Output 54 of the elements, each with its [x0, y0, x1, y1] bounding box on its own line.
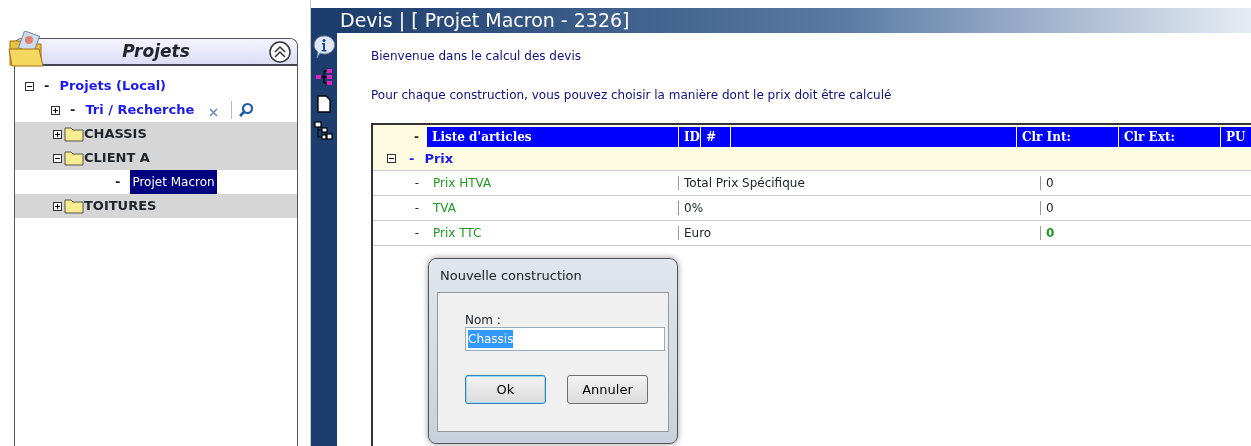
tree-item[interactable]: Projets (Local): [59, 76, 167, 96]
tree-marker: -: [413, 225, 420, 242]
cancel-button[interactable]: Annuler: [567, 375, 648, 404]
row-label: Prix TTC: [433, 226, 482, 240]
dialog-title: Nouvelle construction: [439, 267, 583, 285]
collapse-toggle[interactable]: [53, 153, 62, 163]
search-icon[interactable]: [238, 102, 255, 118]
tree-marker: -: [413, 200, 420, 217]
panel-title: Projets: [122, 39, 190, 63]
clear-icon[interactable]: [208, 107, 220, 118]
expand-toggle[interactable]: [51, 105, 60, 115]
document-icon[interactable]: [316, 95, 332, 113]
ok-button[interactable]: Ok: [465, 375, 546, 404]
tree-marker: -: [44, 77, 50, 96]
column-header[interactable]: ID: [678, 127, 700, 147]
group-label[interactable]: Prix: [424, 148, 454, 169]
tree-marker: -: [70, 101, 76, 120]
table-cell: 0: [1040, 201, 1054, 215]
intro-text: Bienvenue dans le calcul des devis: [371, 48, 582, 65]
column-header[interactable]: Clr Ext:: [1118, 127, 1220, 147]
field-label: Nom :: [465, 313, 502, 327]
tree-marker: -: [413, 129, 420, 146]
collapse-toggle[interactable]: [25, 81, 34, 91]
table-cell: 0%: [678, 201, 704, 215]
column-header[interactable]: Clr Int:: [1016, 127, 1118, 147]
collapse-button[interactable]: [269, 41, 291, 63]
tree-item[interactable]: Tri / Recherche: [85, 100, 195, 120]
folder-picture-icon: [7, 31, 47, 69]
folder-item[interactable]: CHASSIS: [84, 124, 147, 144]
table-cell: Euro: [678, 226, 712, 240]
intro-text: Pour chaque construction, vous pouvez choisir la manière dont le prix doit être calculé: [371, 87, 893, 104]
expand-toggle[interactable]: [53, 129, 62, 139]
table-cell: 0: [1040, 176, 1054, 190]
row-label: TVA: [433, 201, 456, 215]
folder-icon: [64, 126, 84, 142]
folder-icon: [64, 198, 84, 214]
row-label: Prix HTVA: [433, 176, 492, 190]
folder-icon: [64, 150, 84, 166]
page-title: Devis | [ Projet Macron - 2326]: [337, 8, 1251, 33]
column-header[interactable]: #: [700, 127, 730, 147]
tree-structure-icon[interactable]: [314, 121, 334, 141]
info-icon[interactable]: [313, 35, 335, 59]
table-cell: Total Prix Spécifique: [678, 176, 805, 190]
tree-marker: -: [115, 173, 121, 192]
tree-marker: -: [413, 175, 420, 192]
folder-item[interactable]: CLIENT A: [84, 148, 150, 168]
expand-toggle[interactable]: [53, 201, 62, 211]
tree-item[interactable]: Projet Macron: [130, 170, 217, 194]
table-cell: 0: [1040, 226, 1055, 240]
hierarchy-icon[interactable]: [315, 67, 333, 87]
column-header[interactable]: Liste d'articles: [427, 127, 678, 147]
tree-marker: -: [409, 149, 415, 168]
collapse-toggle[interactable]: [386, 154, 396, 163]
column-header[interactable]: PU: [1220, 127, 1251, 147]
